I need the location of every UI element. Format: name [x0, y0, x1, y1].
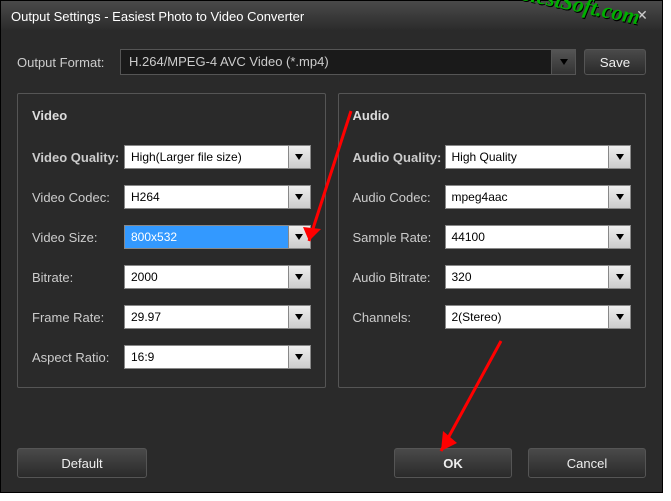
video-bitrate-select[interactable]: 2000 — [124, 265, 311, 289]
video-panel: Video Video Quality: High(Larger file si… — [17, 93, 326, 388]
audio-bitrate-label: Audio Bitrate: — [353, 270, 445, 285]
frame-rate-select[interactable]: 29.97 — [124, 305, 311, 329]
chevron-down-icon[interactable] — [289, 185, 311, 209]
chevron-down-icon[interactable] — [289, 305, 311, 329]
video-size-select[interactable]: 800x532 — [124, 225, 311, 249]
chevron-down-icon[interactable] — [609, 265, 631, 289]
button-bar: Default OK Cancel — [1, 448, 662, 478]
window-title: Output Settings - Easiest Photo to Video… — [11, 9, 304, 24]
output-settings-dialog: Output Settings - Easiest Photo to Video… — [0, 0, 663, 493]
audio-bitrate-select[interactable]: 320 — [445, 265, 632, 289]
chevron-down-icon[interactable] — [609, 225, 631, 249]
sample-rate-label: Sample Rate: — [353, 230, 445, 245]
chevron-down-icon[interactable] — [609, 185, 631, 209]
aspect-ratio-label: Aspect Ratio: — [32, 350, 124, 365]
audio-panel: Audio Audio Quality: High Quality Audio … — [338, 93, 647, 388]
chevron-down-icon[interactable] — [552, 49, 576, 75]
default-button[interactable]: Default — [17, 448, 147, 478]
video-codec-select[interactable]: H264 — [124, 185, 311, 209]
content-area: Output Format: H.264/MPEG-4 AVC Video (*… — [1, 31, 662, 398]
chevron-down-icon[interactable] — [289, 345, 311, 369]
channels-select[interactable]: 2(Stereo) — [445, 305, 632, 329]
chevron-down-icon[interactable] — [609, 145, 631, 169]
channels-label: Channels: — [353, 310, 445, 325]
chevron-down-icon[interactable] — [289, 265, 311, 289]
output-format-label: Output Format: — [17, 55, 112, 70]
chevron-down-icon[interactable] — [289, 225, 311, 249]
audio-codec-label: Audio Codec: — [353, 190, 445, 205]
audio-codec-select[interactable]: mpeg4aac — [445, 185, 632, 209]
sample-rate-select[interactable]: 44100 — [445, 225, 632, 249]
output-format-value: H.264/MPEG-4 AVC Video (*.mp4) — [120, 49, 552, 75]
video-quality-label: Video Quality: — [32, 150, 124, 165]
ok-button[interactable]: OK — [394, 448, 512, 478]
audio-panel-title: Audio — [353, 108, 632, 123]
aspect-ratio-select[interactable]: 16:9 — [124, 345, 311, 369]
chevron-down-icon[interactable] — [609, 305, 631, 329]
save-button[interactable]: Save — [584, 49, 646, 75]
video-panel-title: Video — [32, 108, 311, 123]
titlebar: Output Settings - Easiest Photo to Video… — [1, 1, 662, 31]
video-bitrate-label: Bitrate: — [32, 270, 124, 285]
output-format-row: Output Format: H.264/MPEG-4 AVC Video (*… — [17, 49, 646, 75]
video-codec-label: Video Codec: — [32, 190, 124, 205]
close-button[interactable]: ✕ — [632, 6, 652, 26]
video-size-label: Video Size: — [32, 230, 124, 245]
audio-quality-select[interactable]: High Quality — [445, 145, 632, 169]
frame-rate-label: Frame Rate: — [32, 310, 124, 325]
video-quality-select[interactable]: High(Larger file size) — [124, 145, 311, 169]
cancel-button[interactable]: Cancel — [528, 448, 646, 478]
output-format-select[interactable]: H.264/MPEG-4 AVC Video (*.mp4) — [120, 49, 576, 75]
chevron-down-icon[interactable] — [289, 145, 311, 169]
audio-quality-label: Audio Quality: — [353, 150, 445, 165]
